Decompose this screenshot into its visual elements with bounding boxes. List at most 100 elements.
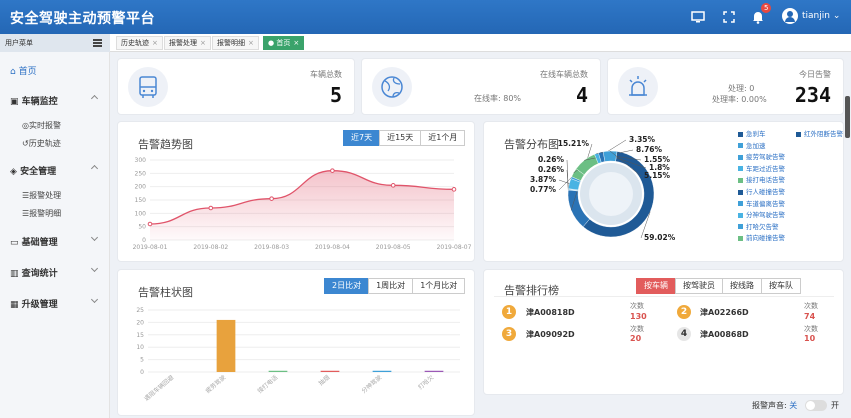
bar (216, 319, 236, 372)
close-icon[interactable]: × (248, 39, 254, 47)
bar-chart-icon: ▥ (10, 269, 22, 279)
legend-item[interactable]: 前向碰撞告警 (738, 232, 785, 242)
trend-point (208, 205, 214, 211)
by-driver-button[interactable]: 按驾驶员 (675, 278, 723, 294)
username[interactable]: tianjin ⌄ (802, 11, 840, 21)
legend-item[interactable]: 行人碰撞告警 (738, 186, 785, 196)
distribution-chart: 59.02%15.21%0.26%0.26%3.87%0.77%3.35%8.7… (530, 135, 676, 242)
menu-toggle-icon[interactable] (93, 39, 102, 47)
legend-swatch (738, 201, 743, 207)
sound-toggle[interactable] (805, 400, 827, 411)
close-icon[interactable]: × (293, 39, 299, 47)
trend-point (390, 183, 396, 188)
ranking-card: 告警排行榜 按车辆 按驾驶员 按线路 按车队 1 津A00818D 次数 130… (483, 269, 844, 395)
legend-item[interactable]: 急加速 (738, 140, 766, 150)
by-fleet-button[interactable]: 按车队 (761, 278, 801, 294)
legend-item[interactable]: 分神驾驶告警 (738, 209, 785, 219)
slice-label: 8.76% (636, 145, 663, 154)
chevron-down-icon[interactable] (90, 295, 99, 304)
legend-swatch (738, 212, 743, 218)
alarms-card: 今日告警 处理: 0 处理率: 0.00% 234 (607, 58, 844, 115)
legend-item[interactable]: 车道偏离告警 (738, 198, 785, 208)
sidebar-item-upgrade-mgmt[interactable]: ▦ 升级管理 (10, 297, 58, 310)
sidebar-item-basic-mgmt[interactable]: ▭ 基础管理 (10, 235, 58, 248)
close-icon[interactable]: × (200, 39, 206, 47)
scrollbar-thumb[interactable] (845, 96, 850, 138)
legend-swatch (796, 131, 801, 137)
legend-label: 疲劳驾驶告警 (746, 153, 785, 162)
bar-chart: 0 5 10 15 20 25 遇阻车辆回避 疲劳驾驶 接打电话 抽烟 分神驾驶 打哈欠 (136, 307, 460, 403)
siren-icon (618, 67, 658, 107)
bar-card: 告警柱状图 2日比对 1周比对 1个月比对 0 5 10 15 20 25 遇阻车辆回避 疲劳… (117, 269, 475, 416)
by-route-button[interactable]: 按线路 (722, 278, 762, 294)
tab-alarm-detail[interactable]: 报警明细 × (212, 36, 259, 50)
slice-label: 0.26% (538, 165, 565, 174)
target-icon: ◎ (22, 121, 29, 130)
notification-badge: 5 (761, 3, 772, 13)
legend-swatch (738, 189, 743, 195)
rank-count: 74 (804, 312, 816, 321)
top-bar: 安全驾驶主动预警平台 5 tianjin ⌄ (0, 0, 851, 34)
legend-label: 急刹车 (746, 130, 766, 138)
bus-icon: ▣ (10, 97, 22, 107)
legend-item[interactable]: 急刹车 (738, 128, 766, 138)
rank-badge: 4 (677, 327, 691, 341)
sidebar-label: 历史轨迹 (28, 139, 61, 148)
y-tick-label: 150 (135, 197, 147, 204)
legend-item[interactable]: 疲劳驾驶告警 (738, 151, 785, 161)
sidebar-label: 基础管理 (21, 238, 58, 248)
y-tick-label: 10 (136, 344, 144, 351)
trend-chart: 0 50 100 150 200 250 300 2019-08-01 2019-08-02 20… (133, 157, 472, 251)
monitor-icon[interactable] (690, 9, 706, 25)
sidebar-label: 实时报警 (28, 121, 61, 130)
distribution-card: 告警分布图 59.02% 15.21% 0.26% 0.26% 3.87% 0.77% 3.… (483, 121, 844, 262)
sound-off-label: 关 (789, 401, 798, 410)
sidebar-item-alarm-handle[interactable]: ☰报警处理 (22, 190, 61, 201)
legend-item[interactable]: 接打电话告警 (738, 174, 785, 184)
sidebar-item-history-track[interactable]: ↺历史轨迹 (22, 138, 61, 149)
sidebar-item-alarm-detail[interactable]: ☰报警明细 (22, 208, 61, 219)
sidebar-item-home[interactable]: ⌂ 首页 (10, 64, 37, 77)
username-text: tianjin (802, 11, 830, 21)
shield-icon: ◈ (10, 167, 21, 177)
rank-count: 130 (630, 312, 647, 321)
legend-item[interactable]: 打哈欠告警 (738, 221, 779, 231)
y-tick-label: 0 (142, 237, 146, 244)
trend-point (451, 187, 457, 192)
slice-label: 59.02% (644, 233, 676, 242)
sidebar-item-vehicle-monitor[interactable]: ▣ 车辆监控 (10, 94, 58, 107)
handled-label: 处理: (728, 84, 747, 93)
sidebar-item-realtime-alarm[interactable]: ◎实时报警 (22, 120, 61, 131)
handled: 处理: 0 (728, 83, 754, 94)
chevron-up-icon[interactable] (90, 94, 99, 103)
rank-count-label: 次数 (630, 325, 644, 333)
chevron-up-icon[interactable] (90, 164, 99, 173)
rank-plate: 津A02266D (700, 308, 749, 317)
chevron-down-icon[interactable] (90, 233, 99, 242)
sidebar-item-query-stats[interactable]: ▥ 查询统计 (10, 266, 58, 279)
legend-swatch (738, 166, 743, 172)
close-icon[interactable]: × (152, 39, 158, 47)
online-rate-value: 80% (503, 94, 522, 103)
chevron-down-icon[interactable] (90, 264, 99, 273)
legend-item[interactable]: 红外阻断告警 (796, 128, 843, 138)
avatar[interactable] (782, 8, 798, 24)
tab-alarm-handle[interactable]: 报警处理 × (164, 36, 211, 50)
x-tick-label: 接打电话 (256, 373, 280, 395)
online-card: 在线车辆总数 在线率: 80% 4 (361, 58, 601, 115)
legend-label: 行人碰撞告警 (746, 188, 785, 196)
tab-home[interactable]: ● 首页 × (263, 36, 305, 50)
rank-count: 10 (804, 334, 816, 343)
donut-slice (602, 150, 618, 162)
bus-icon (128, 67, 168, 107)
slice-label: 5.15% (644, 171, 671, 180)
tab-bar: 用户菜单 历史轨迹 × 报警处理 × 报警明细 × ● 首页 × (0, 34, 851, 52)
by-vehicle-button[interactable]: 按车辆 (636, 278, 676, 294)
legend-item[interactable]: 车距过近告警 (738, 163, 785, 173)
fullscreen-icon[interactable] (721, 9, 737, 25)
legend-label: 前向碰撞告警 (746, 234, 785, 243)
sidebar-item-safety-mgmt[interactable]: ◈ 安全管理 (10, 164, 56, 177)
rank-badge: 2 (677, 305, 691, 319)
y-tick-label: 300 (135, 157, 147, 164)
tab-history-track[interactable]: 历史轨迹 × (116, 36, 163, 50)
